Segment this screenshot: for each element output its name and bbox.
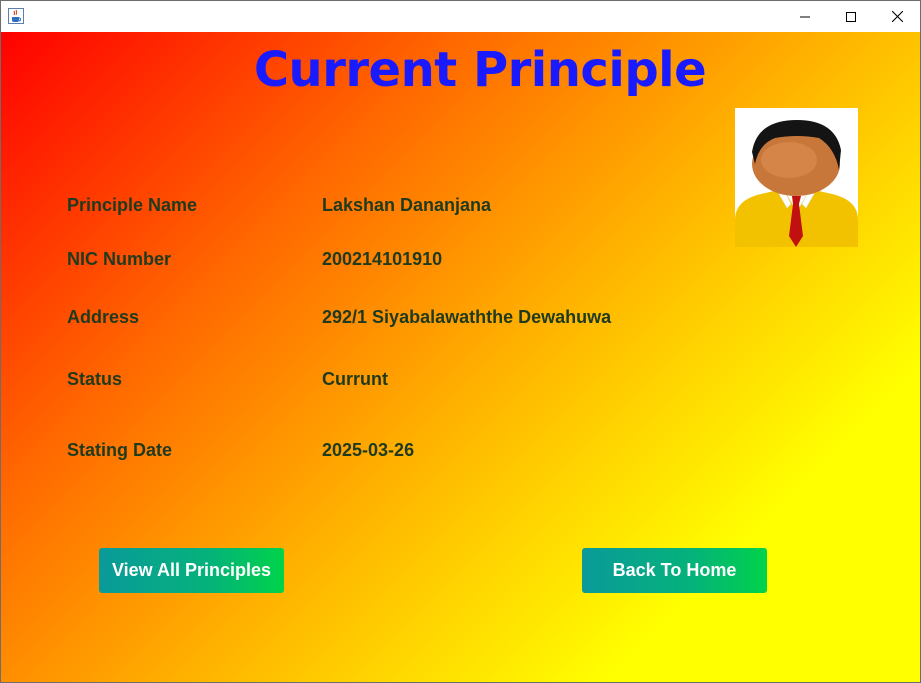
app-window: Current Principle Principle Name Lakshan bbox=[0, 0, 921, 683]
principle-name-label: Principle Name bbox=[67, 195, 198, 215]
nic-number-value: 200214101910 bbox=[322, 249, 443, 269]
status-value: Currunt bbox=[322, 369, 388, 389]
page-title: Current Principle bbox=[253, 42, 707, 98]
principle-name-value: Lakshan Dananjana bbox=[322, 195, 492, 215]
nic-number-label: NIC Number bbox=[67, 249, 172, 269]
starting-date-label: Stating Date bbox=[67, 440, 173, 460]
status-label: Status bbox=[67, 369, 123, 389]
back-to-home-button[interactable]: Back To Home bbox=[582, 548, 767, 593]
close-button[interactable] bbox=[874, 1, 920, 32]
maximize-button[interactable] bbox=[828, 1, 874, 32]
minimize-icon bbox=[800, 16, 810, 17]
address-value: 292/1 Siyabalawaththe Dewahuwa bbox=[322, 307, 612, 327]
avatar-icon bbox=[735, 108, 858, 247]
java-cup-icon bbox=[8, 8, 24, 24]
close-icon bbox=[891, 11, 903, 22]
main-panel: Current Principle Principle Name Lakshan bbox=[1, 32, 920, 682]
maximize-icon bbox=[846, 11, 856, 22]
starting-date-value: 2025-03-26 bbox=[322, 440, 415, 460]
view-all-principles-button[interactable]: View All Principles bbox=[99, 548, 284, 593]
title-bar[interactable] bbox=[1, 1, 920, 32]
address-label: Address bbox=[67, 307, 140, 327]
minimize-button[interactable] bbox=[782, 1, 828, 32]
